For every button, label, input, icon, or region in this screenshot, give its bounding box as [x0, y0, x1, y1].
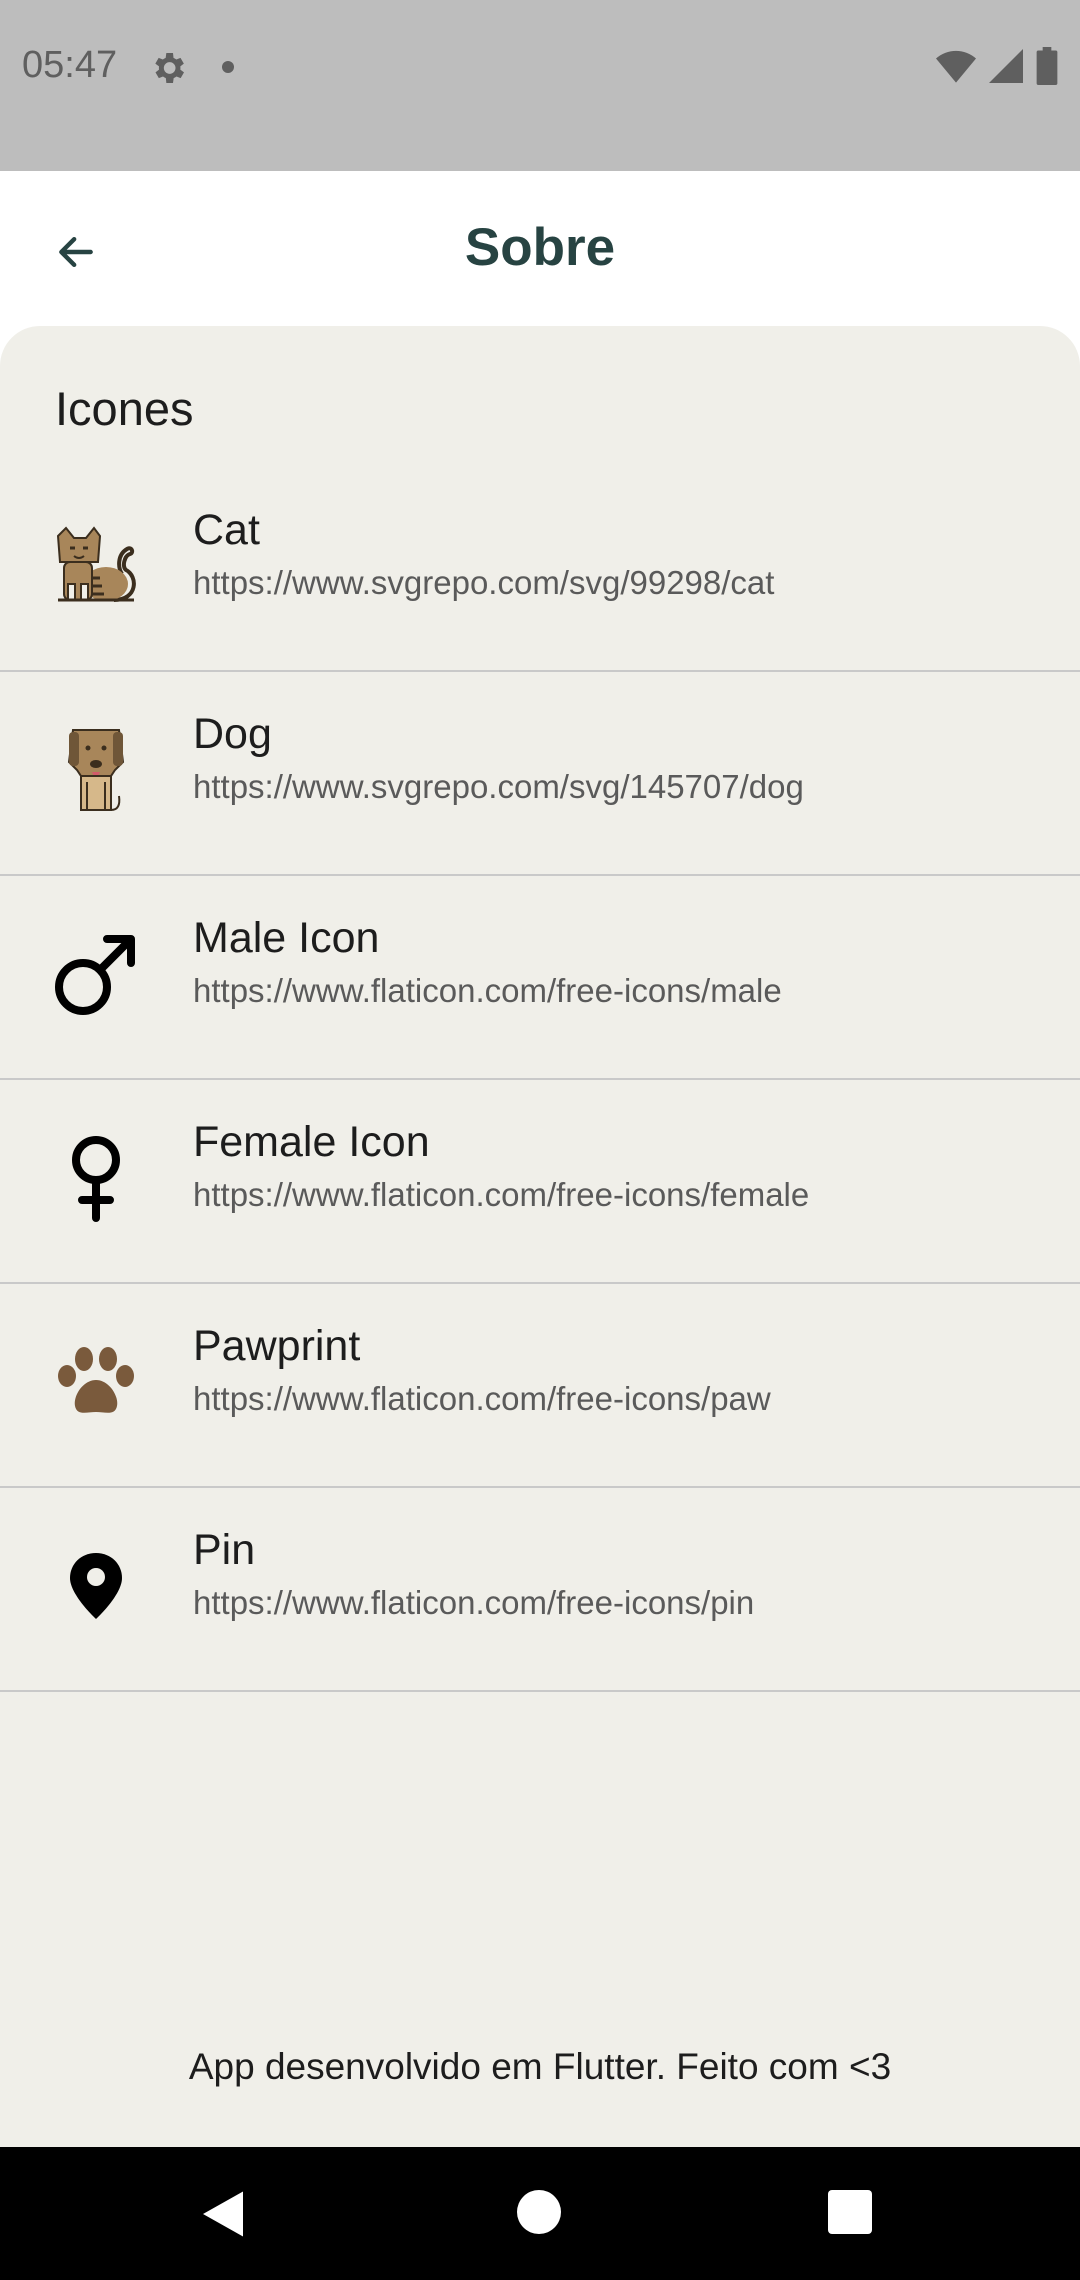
male-icon [50, 928, 142, 1020]
status-bar: 05:47 [0, 0, 1080, 171]
notification-dot-icon [222, 61, 234, 73]
list-item-url: https://www.svgrepo.com/svg/145707/dog [193, 768, 804, 805]
signal-icon [989, 49, 1023, 83]
list-item[interactable]: Male Icon https://www.flaticon.com/free-… [0, 876, 1080, 1080]
footer-text: App desenvolvido em Flutter. Feito com <… [188, 2046, 892, 2087]
list-item-title: Cat [193, 506, 260, 554]
status-time: 05:47 [22, 44, 118, 86]
list-item-url: https://www.flaticon.com/free-icons/fema… [193, 1176, 810, 1213]
app-bar: Sobre [0, 171, 1080, 326]
list-item-url: https://www.flaticon.com/free-icons/pin [193, 1584, 755, 1621]
dog-icon [50, 724, 142, 816]
status-icons [936, 46, 1058, 86]
list-item-url: https://www.flaticon.com/free-icons/paw [193, 1380, 771, 1417]
list-item-title: Female Icon [193, 1118, 430, 1166]
list-item-url: https://www.flaticon.com/free-icons/male [193, 972, 782, 1009]
page-title: Sobre [464, 218, 616, 277]
list-item[interactable]: Pawprint https://www.flaticon.com/free-i… [0, 1284, 1080, 1488]
female-icon [50, 1132, 142, 1224]
section-title: Icones [55, 382, 194, 435]
wifi-icon [936, 50, 976, 83]
nav-home-icon[interactable] [517, 2190, 561, 2234]
list-item-url: https://www.svgrepo.com/svg/99298/cat [193, 564, 775, 601]
gear-icon [155, 53, 184, 83]
system-nav-bar [0, 2147, 1080, 2280]
content-card: Icones Cat https://www.svgrepo.com/svg/9… [0, 326, 1080, 2147]
nav-recents-icon[interactable] [828, 2190, 872, 2234]
nav-back-icon[interactable] [198, 2189, 248, 2239]
list-item-title: Pin [193, 1526, 256, 1574]
list-item-title: Dog [193, 710, 272, 758]
credits-list: Cat https://www.svgrepo.com/svg/99298/ca… [0, 468, 1080, 1692]
pin-icon [50, 1540, 142, 1632]
list-item[interactable]: Cat https://www.svgrepo.com/svg/99298/ca… [0, 468, 1080, 672]
list-item[interactable]: Female Icon https://www.flaticon.com/fre… [0, 1080, 1080, 1284]
pawprint-icon [50, 1336, 142, 1428]
list-item[interactable]: Dog https://www.svgrepo.com/svg/145707/d… [0, 672, 1080, 876]
cat-icon [50, 520, 142, 612]
list-item[interactable]: Pin https://www.flaticon.com/free-icons/… [0, 1488, 1080, 1692]
battery-icon [1036, 47, 1058, 85]
list-item-title: Pawprint [193, 1322, 361, 1370]
list-item-title: Male Icon [193, 914, 380, 962]
